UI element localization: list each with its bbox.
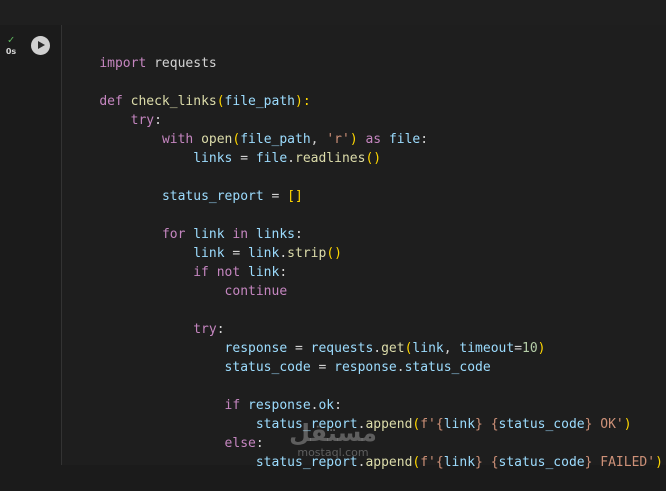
code-line-1: import requests — [99, 56, 217, 71]
code-line-5: with open(file_path, 'r') as file: — [161, 132, 429, 147]
code-line-11: link = link.strip() — [193, 246, 342, 261]
code-line-21: else: — [224, 436, 264, 451]
code-line-15: try: — [193, 322, 225, 337]
code-line-4: try: — [130, 113, 162, 128]
code-line-19: if response.ok: — [224, 398, 342, 413]
code-cell[interactable]: import requests def check_links(file_pat… — [61, 25, 666, 470]
check-icon: ✓ — [7, 33, 15, 46]
run-cell-button[interactable] — [31, 36, 50, 55]
execution-time: 0s — [5, 47, 17, 56]
code-line-12: if not link: — [193, 265, 288, 280]
play-icon — [38, 41, 45, 49]
code-line-8: status_report = [] — [161, 189, 303, 204]
top-toolbar — [0, 0, 666, 25]
cell-gutter — [0, 25, 58, 465]
code-line-22: status_report.append(f'{link} {status_co… — [255, 455, 663, 470]
code-line-13: continue — [224, 284, 288, 299]
code-line-17: status_code = response.status_code — [224, 360, 491, 375]
code-line-20: status_report.append(f'{link} {status_co… — [255, 417, 632, 432]
code-line-6: links = file.readlines() — [193, 151, 382, 166]
code-line-16: response = requests.get(link, timeout=10… — [224, 341, 546, 356]
code-line-10: for link in links: — [161, 227, 303, 242]
execution-status: ✓ 0s — [3, 34, 19, 57]
code-line-3: def check_links(file_path): — [99, 94, 311, 109]
